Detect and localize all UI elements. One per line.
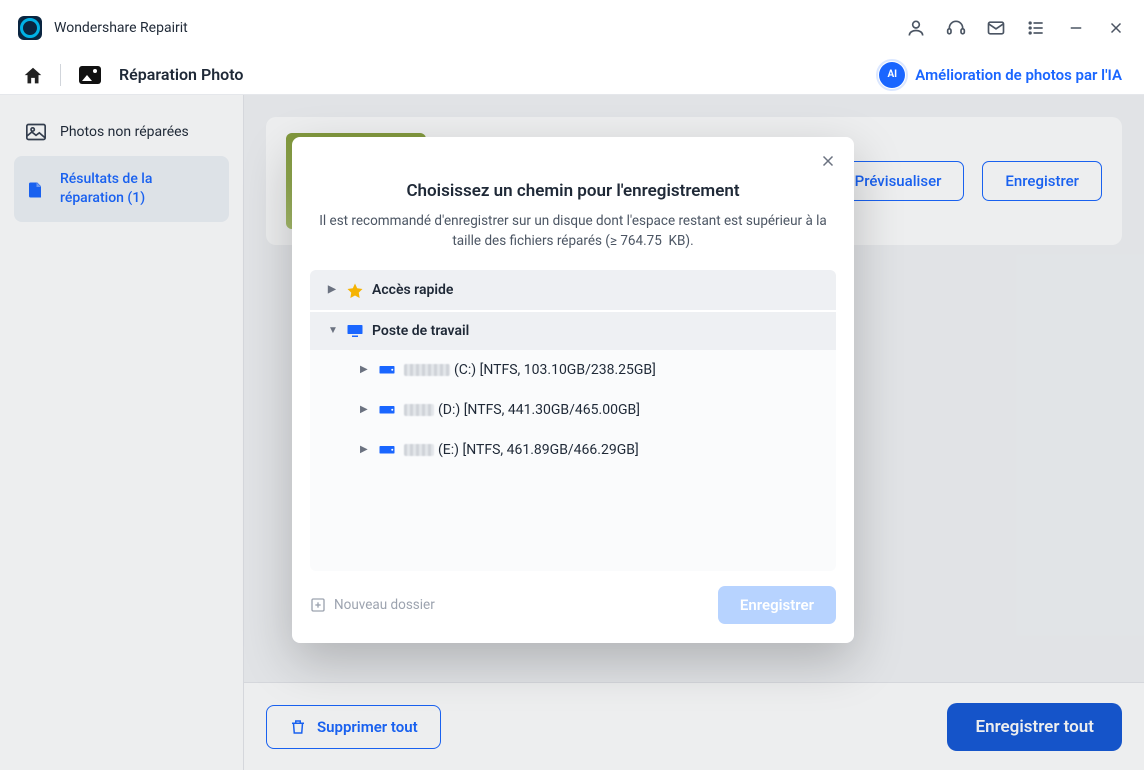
new-folder-button[interactable]: Nouveau dossier <box>310 597 435 613</box>
tree-drive-d[interactable]: ▶ (D:) [NTFS, 441.30GB/465.00GB] <box>310 390 836 430</box>
tree-label: Accès rapide <box>372 282 453 298</box>
titlebar-left: Wondershare Repairit <box>18 16 188 40</box>
ai-badge-icon: AI <box>879 62 905 88</box>
app-title: Wondershare Repairit <box>54 20 188 36</box>
tree-label: Poste de travail <box>372 323 469 339</box>
obscured-text <box>404 364 450 376</box>
modal-save-button[interactable]: Enregistrer <box>718 586 836 624</box>
subheader-left: Réparation Photo <box>22 64 243 86</box>
modal-description: Il est recommandé d'enregistrer sur un d… <box>316 211 830 252</box>
close-icon <box>819 152 837 170</box>
photo-repair-icon <box>79 66 101 84</box>
divider <box>60 64 61 86</box>
new-folder-icon <box>310 597 326 613</box>
ai-enhance-label: Amélioration de photos par l'IA <box>915 66 1122 84</box>
tree-drive-e[interactable]: ▶ (E:) [NTFS, 461.89GB/466.29GB] <box>310 430 836 470</box>
monitor-icon <box>346 323 364 339</box>
support-icon[interactable] <box>946 18 966 38</box>
subheader: Réparation Photo AI Amélioration de phot… <box>0 55 1144 95</box>
modal-close-button[interactable] <box>816 149 840 173</box>
chevron-right-icon: ▶ <box>328 284 338 295</box>
folder-tree: ▶ Accès rapide ▼ Poste de travail ▶ (C:)… <box>310 270 836 572</box>
drive-label: (D:) [NTFS, 441.30GB/465.00GB] <box>404 402 640 418</box>
chevron-right-icon: ▶ <box>360 404 370 415</box>
drive-label: (C:) [NTFS, 103.10GB/238.25GB] <box>404 362 656 378</box>
drive-info: (D:) [NTFS, 441.30GB/465.00GB] <box>438 402 640 418</box>
drive-label: (E:) [NTFS, 461.89GB/466.29GB] <box>404 442 639 458</box>
obscured-text <box>404 404 434 416</box>
drive-info: (C:) [NTFS, 103.10GB/238.25GB] <box>454 362 656 378</box>
minimize-icon[interactable] <box>1066 18 1086 38</box>
modal-title: Choisissez un chemin pour l'enregistreme… <box>310 181 836 201</box>
drive-info: (E:) [NTFS, 461.89GB/466.29GB] <box>438 442 639 458</box>
drive-icon <box>378 402 396 418</box>
mail-icon[interactable] <box>986 18 1006 38</box>
tree-quick-access[interactable]: ▶ Accès rapide <box>310 270 836 310</box>
titlebar: Wondershare Repairit <box>0 0 1144 55</box>
account-icon[interactable] <box>906 18 926 38</box>
drive-icon <box>378 442 396 458</box>
titlebar-right <box>906 18 1126 38</box>
section-title: Réparation Photo <box>119 65 243 84</box>
modal-footer: Nouveau dossier Enregistrer <box>310 585 836 625</box>
chevron-right-icon: ▶ <box>360 364 370 375</box>
menu-list-icon[interactable] <box>1026 18 1046 38</box>
obscured-text <box>404 444 434 456</box>
star-icon <box>346 282 364 298</box>
tree-drive-c[interactable]: ▶ (C:) [NTFS, 103.10GB/238.25GB] <box>310 350 836 390</box>
new-folder-label: Nouveau dossier <box>334 597 435 613</box>
tree-this-pc[interactable]: ▼ Poste de travail <box>310 310 836 350</box>
chevron-right-icon: ▶ <box>360 444 370 455</box>
chevron-down-icon: ▼ <box>328 325 338 336</box>
app-logo-icon <box>18 16 42 40</box>
home-icon[interactable] <box>22 65 42 85</box>
drive-icon <box>378 362 396 378</box>
save-path-modal: Choisissez un chemin pour l'enregistreme… <box>292 137 854 643</box>
ai-enhance-link[interactable]: AI Amélioration de photos par l'IA <box>879 62 1122 88</box>
close-icon[interactable] <box>1106 18 1126 38</box>
